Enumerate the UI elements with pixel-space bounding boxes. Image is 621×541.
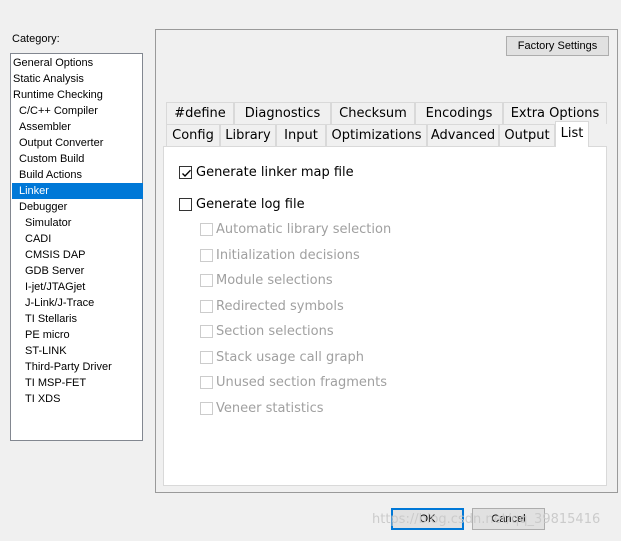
tab-define[interactable]: #define: [166, 102, 234, 124]
automatic-library-selection-label: Automatic library selection: [216, 222, 392, 237]
category-label: Category:: [12, 33, 60, 45]
category-item-build-actions[interactable]: Build Actions: [19, 167, 144, 183]
stack-usage-call-graph-checkbox: [200, 351, 213, 364]
stack-usage-call-graph-label: Stack usage call graph: [216, 350, 365, 365]
veneer-statistics-label: Veneer statistics: [216, 401, 324, 416]
category-item-i-jet[interactable]: I-jet/JTAGjet: [25, 279, 144, 295]
category-item-assembler[interactable]: Assembler: [19, 119, 144, 135]
category-item-ti-stellaris[interactable]: TI Stellaris: [25, 311, 144, 327]
section-selections-checkbox: [200, 325, 213, 338]
tab-list[interactable]: List: [555, 121, 589, 147]
category-item-static-analysis[interactable]: Static Analysis: [13, 71, 144, 87]
category-item-pe-micro[interactable]: PE micro: [25, 327, 144, 343]
tab-diagnostics[interactable]: Diagnostics: [234, 102, 331, 124]
category-item-runtime-checking[interactable]: Runtime Checking: [13, 87, 144, 103]
generate-log-checkbox[interactable]: [179, 198, 192, 211]
tab-output[interactable]: Output: [499, 124, 555, 146]
tab-input[interactable]: Input: [276, 124, 326, 146]
category-item-linker[interactable]: Linker: [12, 183, 143, 199]
category-item-gdb-server[interactable]: GDB Server: [25, 263, 144, 279]
category-item-output-converter[interactable]: Output Converter: [19, 135, 144, 151]
section-selections-label: Section selections: [216, 324, 334, 339]
tab-library[interactable]: Library: [220, 124, 276, 146]
automatic-library-selection-checkbox: [200, 223, 213, 236]
tab-checksum[interactable]: Checksum: [331, 102, 415, 124]
unused-section-fragments-checkbox: [200, 376, 213, 389]
tab-advanced[interactable]: Advanced: [427, 124, 499, 146]
checkmark-icon: [182, 169, 192, 178]
category-item-general-options[interactable]: General Options: [13, 55, 144, 71]
tab-optimizations[interactable]: Optimizations: [326, 124, 427, 146]
generate-map-checkbox[interactable]: [179, 166, 192, 179]
category-item-c-cpp-compiler[interactable]: C/C++ Compiler: [19, 103, 144, 119]
category-item-third-party-driver[interactable]: Third-Party Driver: [25, 359, 144, 375]
category-item-simulator[interactable]: Simulator: [25, 215, 144, 231]
category-item-custom-build[interactable]: Custom Build: [19, 151, 144, 167]
initialization-decisions-label: Initialization decisions: [216, 248, 360, 263]
generate-log-label[interactable]: Generate log file: [196, 197, 305, 212]
category-item-j-link[interactable]: J-Link/J-Trace: [25, 295, 144, 311]
tab-config[interactable]: Config: [166, 124, 220, 146]
redirected-symbols-label: Redirected symbols: [216, 299, 344, 314]
tab-encodings[interactable]: Encodings: [415, 102, 503, 124]
redirected-symbols-checkbox: [200, 300, 213, 313]
category-item-ti-xds[interactable]: TI XDS: [25, 391, 144, 407]
unused-section-fragments-label: Unused section fragments: [216, 375, 388, 390]
factory-settings-button[interactable]: Factory Settings: [506, 36, 609, 56]
watermark: https://blog.csdn.net/qq_39815416: [372, 512, 601, 527]
module-selections-checkbox: [200, 274, 213, 287]
veneer-statistics-checkbox: [200, 402, 213, 415]
category-list[interactable]: General Options Static Analysis Runtime …: [10, 53, 143, 441]
category-item-debugger[interactable]: Debugger: [19, 199, 144, 215]
generate-map-label[interactable]: Generate linker map file: [196, 165, 354, 180]
category-item-cadi[interactable]: CADI: [25, 231, 144, 247]
category-item-ti-msp-fet[interactable]: TI MSP-FET: [25, 375, 144, 391]
category-item-cmsis-dap[interactable]: CMSIS DAP: [25, 247, 144, 263]
category-item-st-link[interactable]: ST-LINK: [25, 343, 144, 359]
module-selections-label: Module selections: [216, 273, 333, 288]
initialization-decisions-checkbox: [200, 249, 213, 262]
